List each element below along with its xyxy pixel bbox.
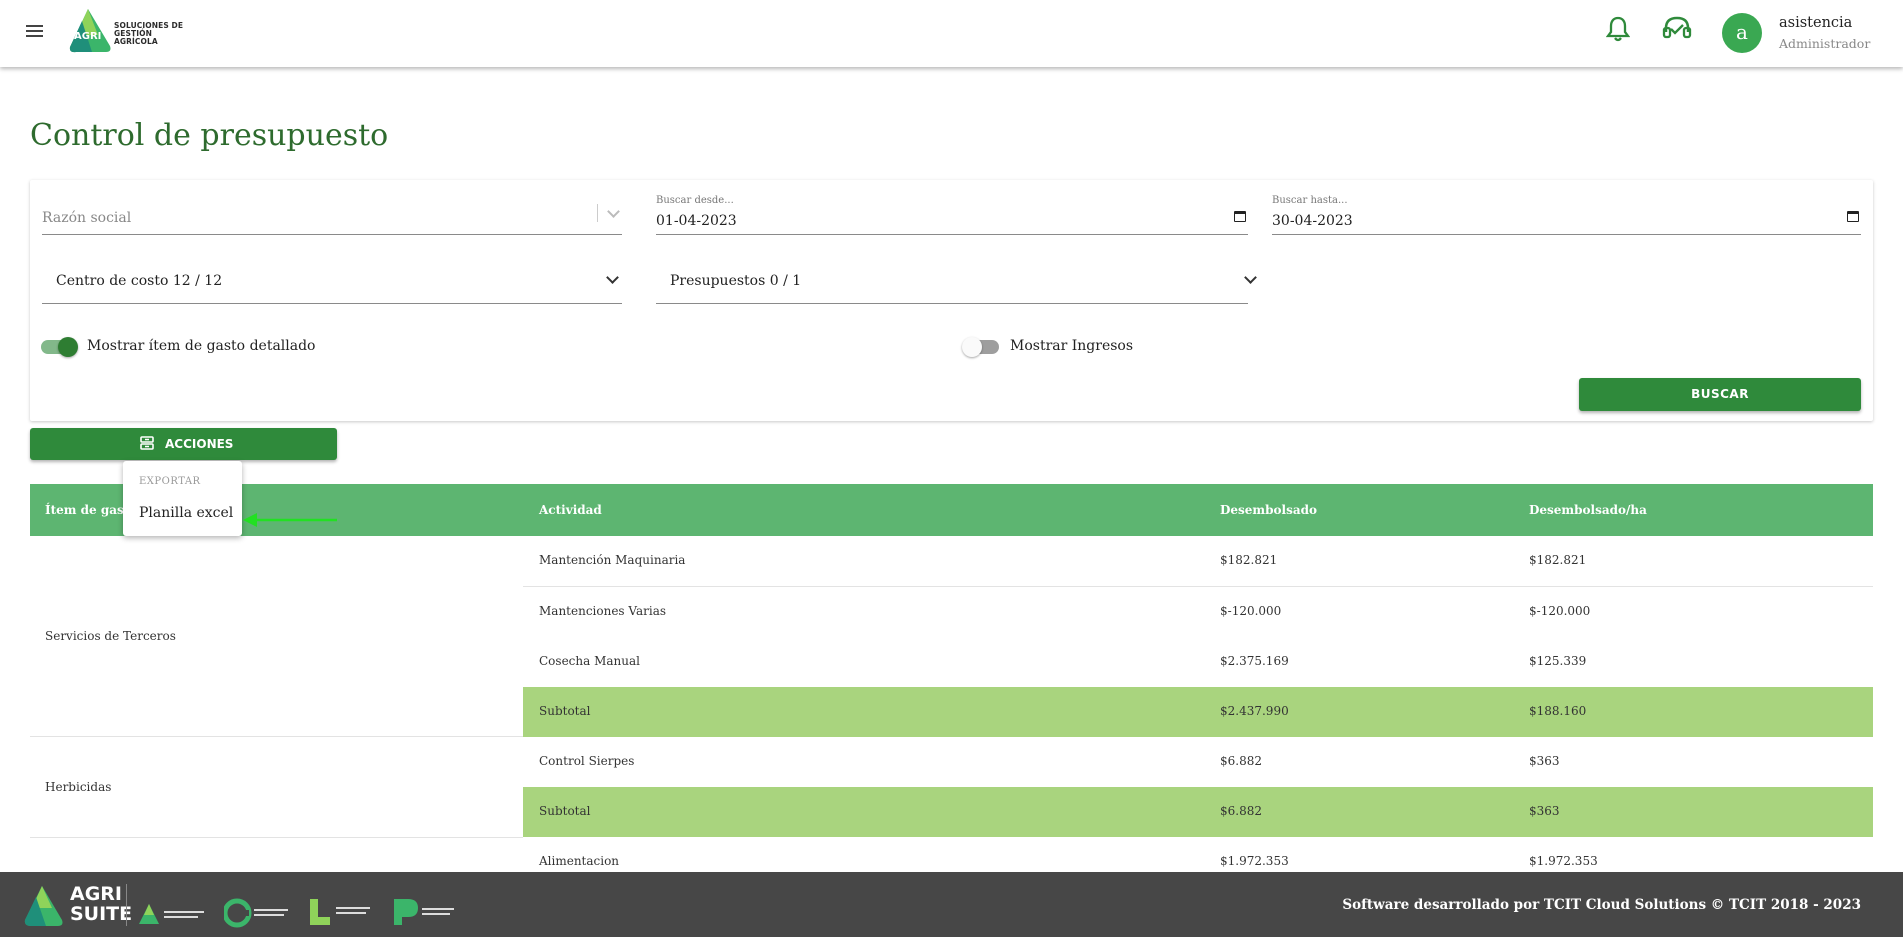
logo-text: SOLUCIONES DE GESTIÓN AGRÍCOLA (114, 21, 184, 46)
desembolsado-ha-cell: $363 (1529, 804, 1560, 818)
toggle-ingresos[interactable] (962, 337, 999, 357)
footer: AGRI SUITE Software desarrollado por TCI… (0, 872, 1903, 937)
chevron-down-icon[interactable] (607, 205, 620, 218)
column-header[interactable]: Desembolsado (1220, 503, 1317, 517)
chevron-down-icon[interactable] (1244, 271, 1257, 284)
subtotal-label: Subtotal (539, 704, 591, 718)
acciones-button[interactable]: ACCIONES (30, 428, 337, 460)
table-row: Control Sierpes $6.882 $363 (523, 737, 1873, 788)
centro-costo-select[interactable]: Centro de costo 12 / 12 (42, 260, 622, 304)
page-title: Control de presupuesto (30, 118, 389, 153)
table-row: Mantenciones Varias $-120.000 $-120.000 (523, 587, 1873, 638)
column-header[interactable]: Actividad (539, 503, 602, 517)
agri-logo-mark-icon: AGRI (69, 9, 111, 53)
menu-item-planilla-excel[interactable]: Planilla excel (139, 505, 233, 521)
agrisuite-logo-icon (24, 886, 63, 926)
actividad-cell: Cosecha Manual (539, 654, 640, 668)
user-avatar[interactable]: a (1722, 13, 1762, 53)
pakit-product-logo-icon (394, 899, 454, 925)
table-group: Servicios de Terceros (30, 536, 523, 737)
acciones-label: ACCIONES (165, 437, 234, 451)
gmart-product-logo-icon (224, 898, 288, 928)
desembolsado-cell: $6.882 (1220, 804, 1262, 818)
footer-copyright: Software desarrollado por TCIT Cloud Sol… (1342, 897, 1861, 913)
desembolsado-ha-cell: $363 (1529, 754, 1560, 768)
hamburger-menu-icon[interactable] (26, 25, 43, 38)
actividad-cell: Control Sierpes (539, 754, 635, 768)
support-headset-icon[interactable] (1662, 16, 1692, 46)
menu-section-exportar: EXPORTAR (139, 476, 201, 487)
table-group: Herbicidas (30, 737, 523, 838)
fecha-hasta-field[interactable]: Buscar hasta... 30-04-2023 (1272, 195, 1861, 235)
fecha-hasta-value: 30-04-2023 (1272, 213, 1353, 229)
toggle-ingresos-label: Mostrar Ingresos (1010, 338, 1134, 354)
item-gasto-cell: Herbicidas (45, 780, 112, 794)
desembolsado-cell: $6.882 (1220, 754, 1262, 768)
subtotal-row: Subtotal $2.437.990 $188.160 (523, 687, 1873, 738)
acciones-menu: EXPORTAR Planilla excel (123, 461, 242, 536)
actividad-cell: Mantenciones Varias (539, 604, 667, 618)
user-name: asistencia (1779, 15, 1853, 31)
desembolsado-cell: $-120.000 (1220, 604, 1282, 618)
notifications-bell-icon[interactable] (1605, 16, 1634, 46)
agri-logo[interactable]: AGRI SOLUCIONES DE GESTIÓN AGRÍCOLA (66, 7, 196, 55)
desembolsado-ha-cell: $1.972.353 (1529, 854, 1598, 868)
agri-product-logo-icon (139, 904, 204, 924)
centro-costo-value: Centro de costo 12 / 12 (56, 273, 223, 289)
desembolsado-ha-cell: $-120.000 (1529, 604, 1591, 618)
lbit-product-logo-icon (310, 899, 370, 925)
filter-card: Razón social Buscar desde... 01-04-2023 … (30, 180, 1873, 421)
table-row: Cosecha Manual $2.375.169 $125.339 (523, 637, 1873, 688)
razon-social-select[interactable]: Razón social (42, 198, 622, 235)
desembolsado-ha-cell: $125.339 (1529, 654, 1587, 668)
desembolsado-cell: $2.437.990 (1220, 704, 1289, 718)
toggle-detallado-label: Mostrar ítem de gasto detallado (87, 338, 316, 354)
toggle-knob (58, 337, 78, 357)
buscar-button[interactable]: BUSCAR (1579, 378, 1861, 411)
desembolsado-ha-cell: $188.160 (1529, 704, 1587, 718)
fecha-desde-value: 01-04-2023 (656, 213, 737, 229)
agrisuite-wordmark: AGRI SUITE (70, 883, 133, 925)
desembolsado-cell: $182.821 (1220, 553, 1278, 567)
pointer-arrow-icon (243, 513, 337, 527)
toggle-knob (962, 337, 982, 357)
archive-icon (140, 436, 154, 450)
presupuestos-select[interactable]: Presupuestos 0 / 1 (656, 260, 1257, 304)
logo-mark-text: AGRI (74, 31, 101, 42)
chevron-down-icon[interactable] (606, 271, 619, 284)
fecha-desde-label: Buscar desde... (656, 195, 734, 206)
toggle-detallado[interactable] (41, 337, 78, 357)
desembolsado-cell: $2.375.169 (1220, 654, 1289, 668)
table-row: Mantención Maquinaria $182.821 $182.821 (523, 536, 1873, 587)
razon-social-placeholder: Razón social (42, 210, 132, 226)
footer-divider (126, 884, 127, 926)
calendar-icon[interactable] (1847, 211, 1859, 222)
select-divider (597, 204, 598, 222)
subtotal-row: Subtotal $6.882 $363 (523, 787, 1873, 838)
column-header[interactable]: Desembolsado/ha (1529, 503, 1647, 517)
presupuestos-value: Presupuestos 0 / 1 (670, 273, 802, 289)
actividad-cell: Mantención Maquinaria (539, 553, 686, 567)
item-gasto-cell: Servicios de Terceros (45, 629, 176, 643)
user-role: Administrador (1779, 36, 1871, 51)
subtotal-label: Subtotal (539, 804, 591, 818)
fecha-desde-field[interactable]: Buscar desde... 01-04-2023 (656, 195, 1248, 235)
fecha-hasta-label: Buscar hasta... (1272, 195, 1348, 206)
top-app-bar: AGRI SOLUCIONES DE GESTIÓN AGRÍCOLA a as… (0, 0, 1903, 67)
desembolsado-ha-cell: $182.821 (1529, 553, 1587, 567)
calendar-icon[interactable] (1234, 211, 1246, 222)
actividad-cell: Alimentacion (539, 854, 620, 868)
desembolsado-cell: $1.972.353 (1220, 854, 1289, 868)
